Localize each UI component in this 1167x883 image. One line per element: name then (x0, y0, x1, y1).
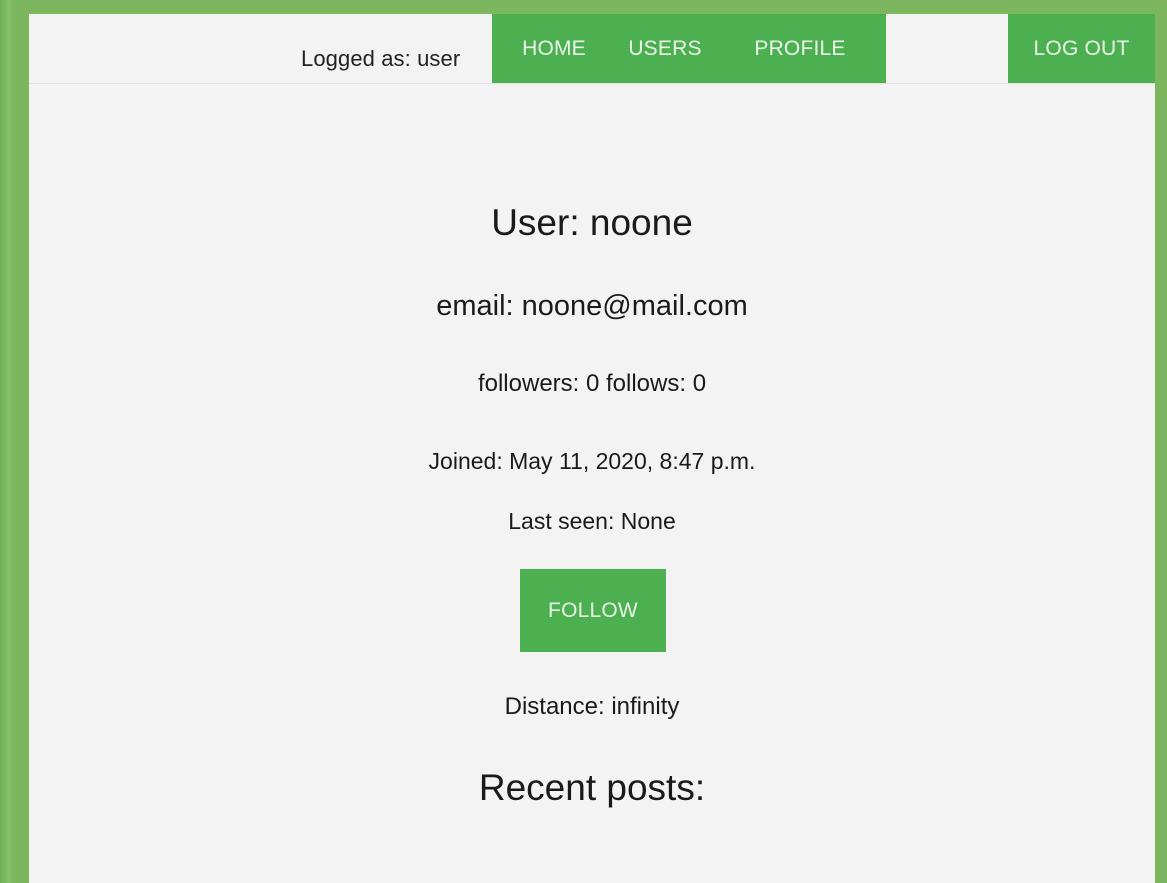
distance-text: Distance: infinity (504, 693, 680, 720)
profile-email: email: noone@mail.com (436, 290, 748, 322)
nav-users-link[interactable]: USERS (616, 14, 714, 83)
main-nav: HOME USERS PROFILE (492, 14, 886, 83)
logged-as-label: Logged as: user (301, 46, 461, 71)
nav-home-link[interactable]: HOME (492, 14, 616, 83)
follow-stats: followers: 0 follows: 0 (477, 370, 707, 397)
recent-posts-heading: Recent posts: (478, 767, 706, 808)
page-container: Logged as: user HOME USERS PROFILE LOG O… (29, 14, 1155, 883)
joined-date: Joined: May 11, 2020, 8:47 p.m. (428, 448, 756, 474)
profile-title: User: noone (491, 202, 693, 243)
logout-link[interactable]: LOG OUT (1008, 14, 1155, 83)
nav-profile-link[interactable]: PROFILE (714, 14, 886, 83)
follow-button[interactable]: FOLLOW (520, 569, 666, 652)
last-seen: Last seen: None (508, 508, 676, 534)
top-navbar: Logged as: user HOME USERS PROFILE LOG O… (29, 14, 1155, 84)
